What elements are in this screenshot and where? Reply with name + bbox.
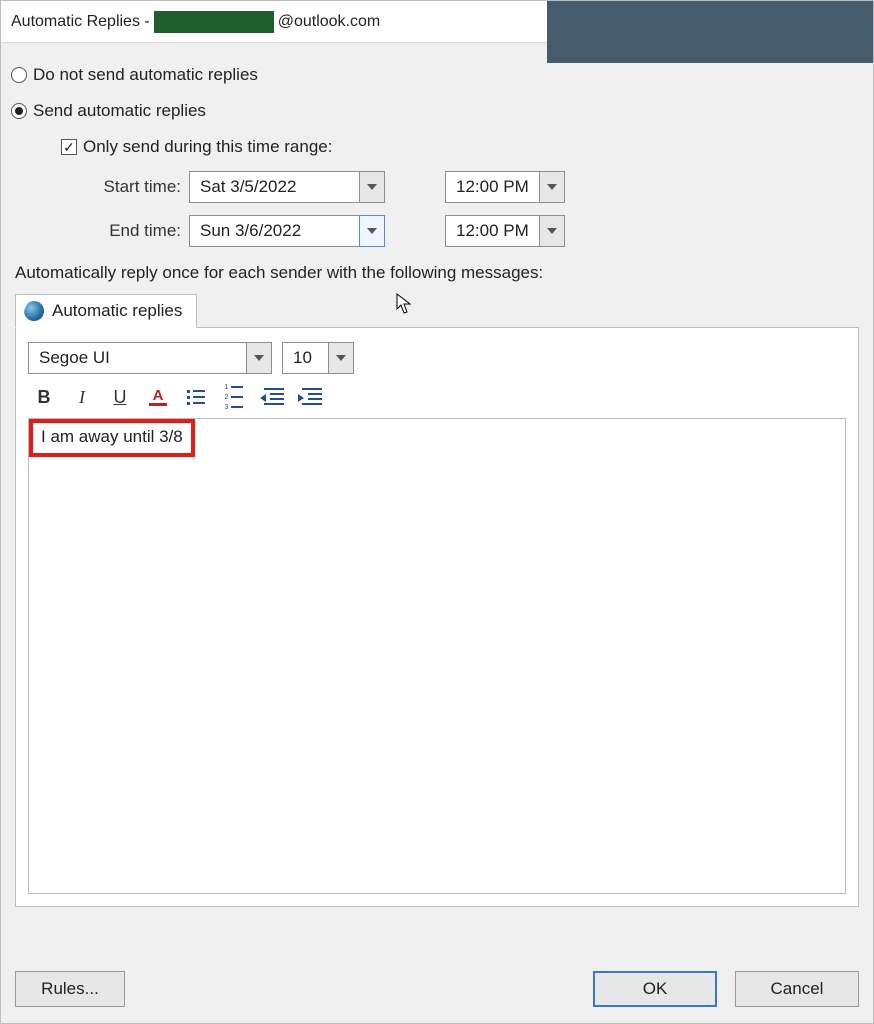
time-range-checkbox[interactable]: ✓ bbox=[61, 139, 77, 155]
start-date-value[interactable]: Sat 3/5/2022 bbox=[189, 171, 359, 203]
end-date-combo[interactable]: Sun 3/6/2022 bbox=[189, 215, 385, 247]
start-date-combo[interactable]: Sat 3/5/2022 bbox=[189, 171, 385, 203]
font-color-button[interactable]: A bbox=[146, 386, 170, 408]
start-time-row: Start time: Sat 3/5/2022 12:00 PM bbox=[79, 171, 863, 203]
radio-send-row[interactable]: Send automatic replies bbox=[11, 101, 863, 121]
end-time-value[interactable]: 12:00 PM bbox=[445, 215, 539, 247]
start-time-value[interactable]: 12:00 PM bbox=[445, 171, 539, 203]
chevron-down-icon bbox=[547, 228, 557, 234]
title-suffix: @outlook.com bbox=[278, 13, 381, 31]
bold-button[interactable]: B bbox=[32, 386, 56, 408]
tab-automatic-replies[interactable]: Automatic replies bbox=[15, 294, 197, 328]
editor-panel: Segoe UI 10 B I U A bbox=[15, 327, 859, 907]
tab-label: Automatic replies bbox=[52, 301, 182, 321]
radio-do-not-send-row[interactable]: Do not send automatic replies bbox=[11, 65, 863, 85]
redacted-account-name bbox=[154, 11, 274, 33]
tab-strip: Automatic replies bbox=[15, 293, 859, 327]
title-prefix: Automatic Replies - bbox=[11, 13, 150, 31]
start-date-dropdown[interactable] bbox=[359, 171, 385, 203]
end-time-combo[interactable]: 12:00 PM bbox=[445, 215, 565, 247]
chevron-down-icon bbox=[367, 184, 377, 190]
underline-button[interactable]: U bbox=[108, 386, 132, 408]
time-range-checkbox-row[interactable]: ✓ Only send during this time range: bbox=[61, 137, 863, 157]
decrease-indent-button[interactable] bbox=[260, 386, 284, 408]
rules-button[interactable]: Rules... bbox=[15, 971, 125, 1007]
ok-button[interactable]: OK bbox=[593, 971, 717, 1007]
title-bar: Automatic Replies - @outlook.com bbox=[1, 1, 873, 43]
end-date-dropdown[interactable] bbox=[359, 215, 385, 247]
chevron-down-icon bbox=[367, 228, 377, 234]
chevron-down-icon bbox=[254, 355, 264, 361]
dialog-content: Do not send automatic replies Send autom… bbox=[1, 43, 873, 907]
bullet-list-button[interactable] bbox=[184, 386, 208, 408]
time-range-checkbox-label: Only send during this time range: bbox=[83, 137, 332, 157]
font-size-value[interactable]: 10 bbox=[282, 342, 328, 374]
globe-icon bbox=[24, 301, 44, 321]
cancel-button[interactable]: Cancel bbox=[735, 971, 859, 1007]
number-list-icon: 1 2 3 bbox=[225, 384, 244, 411]
font-toolbar: Segoe UI 10 bbox=[28, 342, 846, 374]
message-highlight: I am away until 3/8 bbox=[29, 419, 195, 457]
increase-indent-button[interactable] bbox=[298, 386, 322, 408]
start-time-label: Start time: bbox=[79, 177, 189, 197]
dialog-footer: Rules... OK Cancel bbox=[1, 961, 873, 1017]
start-time-dropdown[interactable] bbox=[539, 171, 565, 203]
chevron-down-icon bbox=[336, 355, 346, 361]
end-date-value[interactable]: Sun 3/6/2022 bbox=[189, 215, 359, 247]
automatic-replies-dialog: Automatic Replies - @outlook.com Do not … bbox=[0, 0, 874, 1024]
radio-send[interactable] bbox=[11, 103, 27, 119]
message-textarea[interactable]: I am away until 3/8 bbox=[28, 418, 846, 894]
radio-send-label: Send automatic replies bbox=[33, 101, 206, 121]
bullet-list-icon bbox=[187, 390, 205, 405]
end-time-row: End time: Sun 3/6/2022 12:00 PM bbox=[79, 215, 863, 247]
end-time-label: End time: bbox=[79, 221, 189, 241]
chevron-down-icon bbox=[547, 184, 557, 190]
increase-indent-icon bbox=[298, 388, 322, 406]
section-label: Automatically reply once for each sender… bbox=[15, 263, 863, 283]
radio-do-not-send-label: Do not send automatic replies bbox=[33, 65, 258, 85]
font-size-combo[interactable]: 10 bbox=[282, 342, 354, 374]
format-toolbar: B I U A 1 2 3 bbox=[32, 386, 846, 408]
font-family-value[interactable]: Segoe UI bbox=[28, 342, 246, 374]
font-family-dropdown[interactable] bbox=[246, 342, 272, 374]
italic-button[interactable]: I bbox=[70, 386, 94, 408]
font-size-dropdown[interactable] bbox=[328, 342, 354, 374]
font-family-combo[interactable]: Segoe UI bbox=[28, 342, 272, 374]
radio-do-not-send[interactable] bbox=[11, 67, 27, 83]
decrease-indent-icon bbox=[260, 388, 284, 406]
number-list-button[interactable]: 1 2 3 bbox=[222, 386, 246, 408]
end-time-dropdown[interactable] bbox=[539, 215, 565, 247]
message-text: I am away until 3/8 bbox=[41, 427, 183, 446]
start-time-combo[interactable]: 12:00 PM bbox=[445, 171, 565, 203]
